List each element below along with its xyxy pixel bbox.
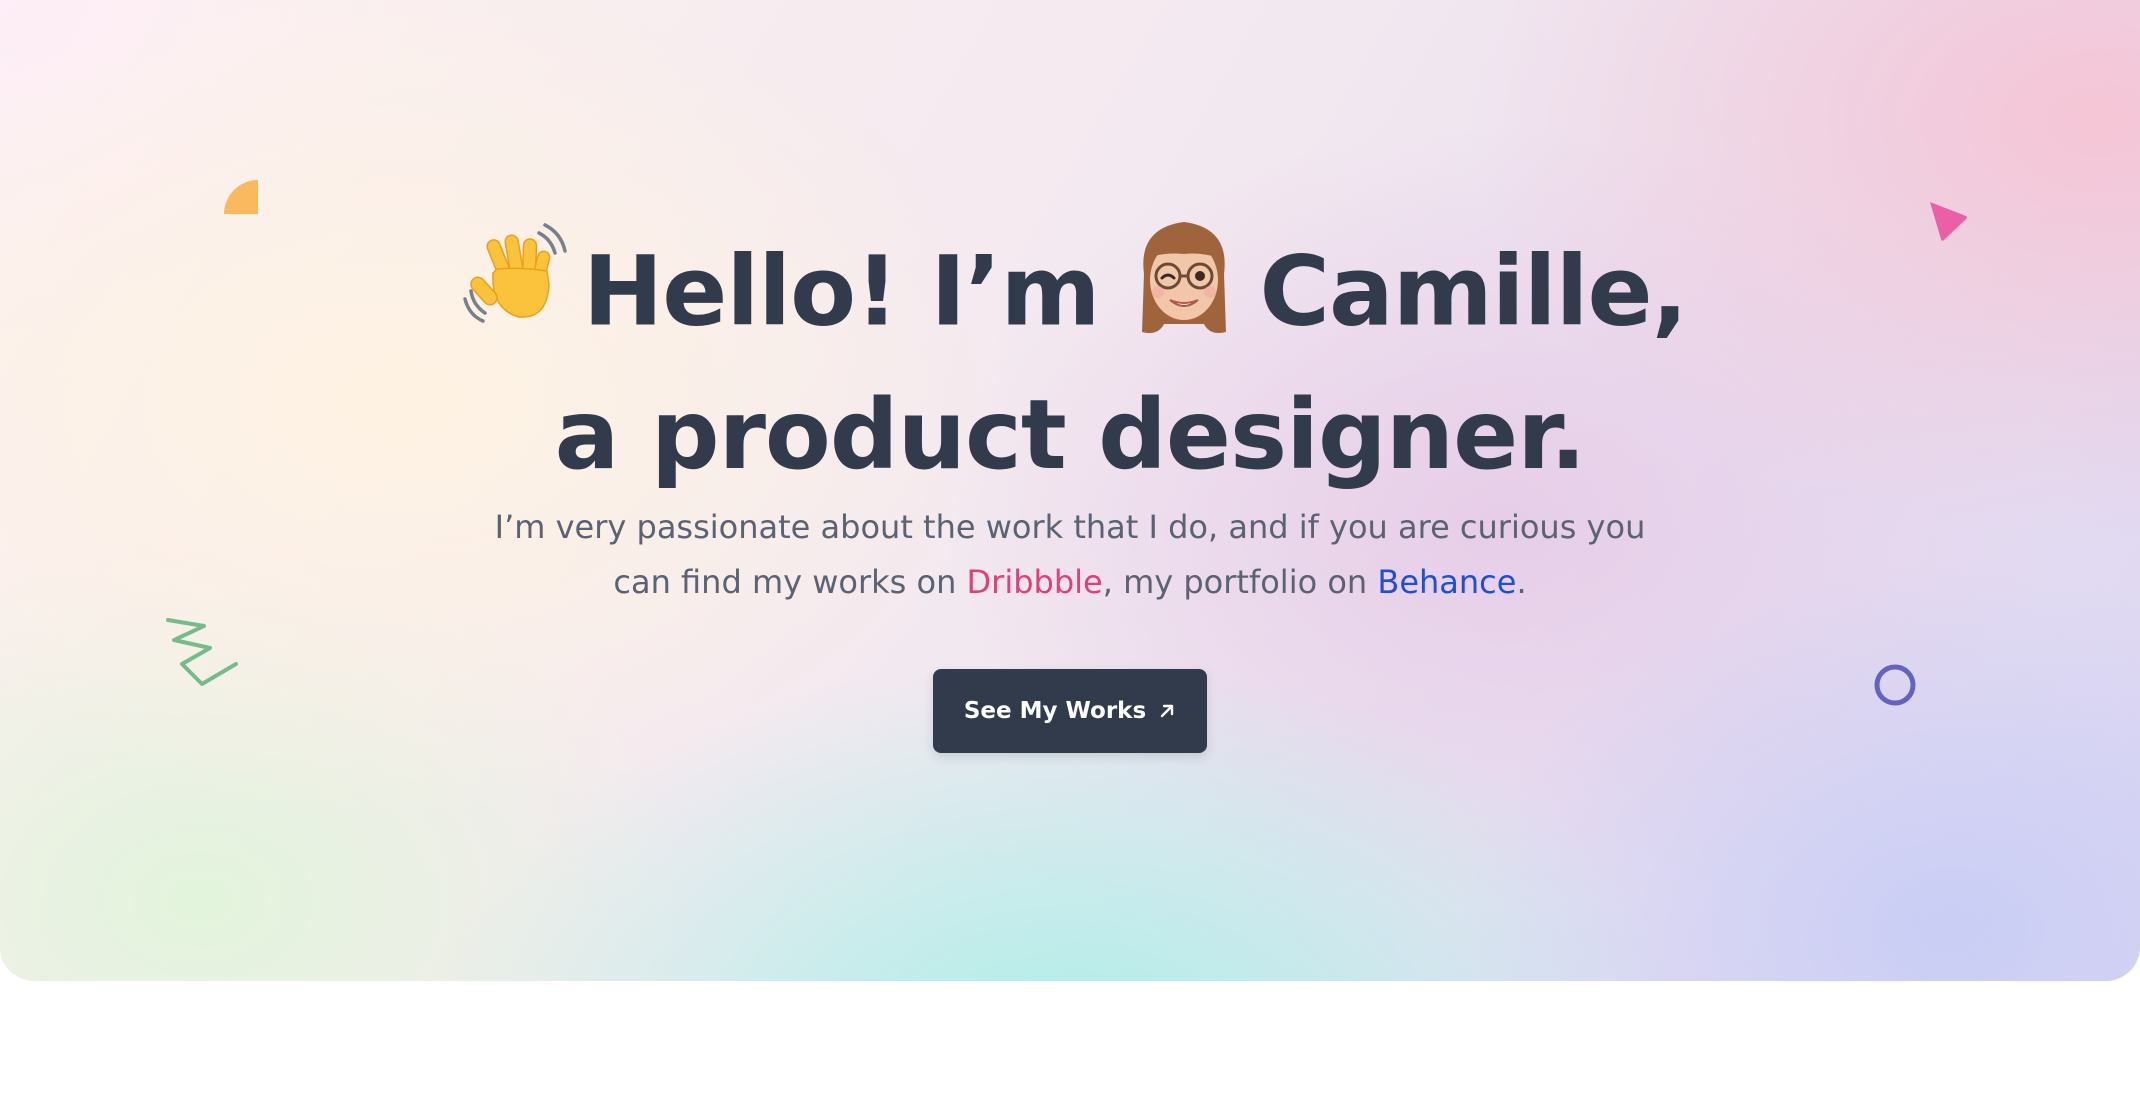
ring-shape <box>1874 664 1916 706</box>
hero-heading: Hello! I’m Camille, a product designer. <box>0 222 2140 496</box>
behance-link[interactable]: Behance <box>1377 563 1516 601</box>
memoji-avatar-icon <box>1130 214 1238 366</box>
greeting-text: Hello! I’m <box>582 235 1101 348</box>
see-my-works-button[interactable]: See My Works <box>933 669 1207 753</box>
arrow-up-right-icon <box>1158 702 1176 720</box>
heading-line-2: a product designer. <box>554 379 1587 491</box>
squiggle-shape <box>166 618 238 686</box>
intro-text-end: . <box>1516 563 1527 601</box>
quarter-circle-shape <box>224 180 258 214</box>
hero-intro: I’m very passionate about the work that … <box>470 500 1670 610</box>
waving-hand-icon <box>463 221 573 359</box>
see-my-works-label: See My Works <box>963 698 1147 724</box>
intro-text-2: , my portfolio on <box>1102 563 1378 601</box>
dribbble-link[interactable]: Dribbble <box>967 563 1103 601</box>
heading-line-1: Hello! I’m Camille, <box>0 222 2140 374</box>
hero-section: Hello! I’m Camille, a product designer. … <box>0 0 2140 981</box>
name-text: Camille, <box>1259 235 1689 348</box>
